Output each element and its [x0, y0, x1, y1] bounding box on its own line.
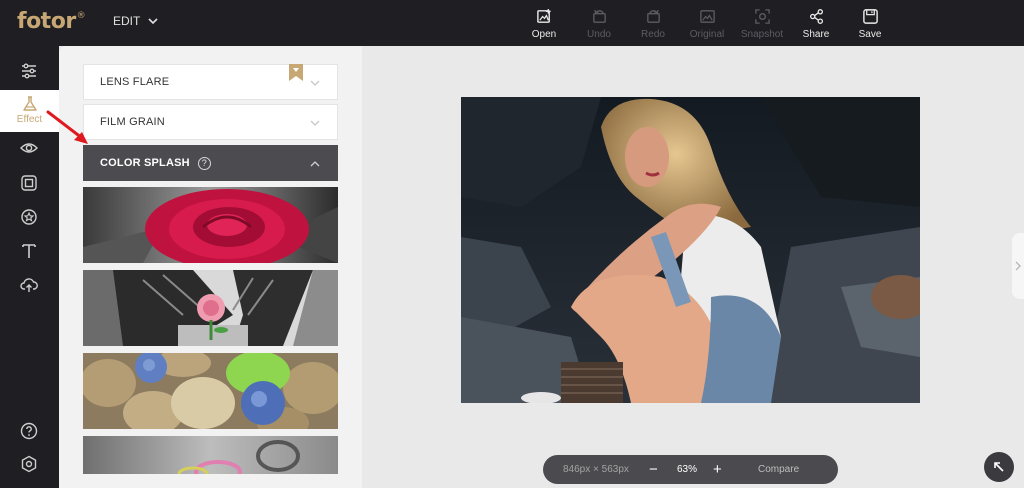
right-panel-toggle[interactable] [1012, 233, 1024, 299]
open-image-icon [536, 8, 551, 23]
collapse-button[interactable] [984, 452, 1014, 482]
zoom-level: 63% [677, 464, 698, 475]
redo-button[interactable]: Redo [627, 8, 679, 40]
undo-button[interactable]: Undo [573, 8, 625, 40]
color-splash-help-icon[interactable]: ? [197, 156, 211, 170]
canvas-area: 846px × 563px − 63% + Compare [362, 46, 1024, 488]
potatoes-blueberries-image [83, 353, 338, 429]
fotor-editor: fotor® EDIT Open Undo Redo Original Snap… [0, 0, 1024, 488]
undo-label: Undo [587, 29, 611, 40]
rail-effect-label: Effect [16, 114, 43, 125]
image-dimensions: 846px × 563px [563, 464, 629, 475]
chevron-down-icon [310, 80, 320, 86]
share-button[interactable]: Share [790, 8, 842, 40]
save-button[interactable]: Save [844, 8, 896, 40]
section-color-splash-label: COLOR SPLASH [100, 157, 190, 169]
photo-woman-on-rocks [461, 97, 920, 403]
annotation-arrow-icon [46, 110, 88, 144]
chevron-down-icon [310, 120, 320, 126]
adjust-sliders-icon[interactable] [18, 60, 40, 82]
section-lens-flare[interactable]: LENS FLARE [83, 64, 338, 100]
open-button[interactable]: Open [518, 8, 570, 40]
color-splash-rings-thumbnail[interactable] [83, 436, 338, 474]
original-label: Original [689, 29, 725, 40]
redo-label: Redo [641, 29, 665, 40]
section-film-grain[interactable]: FILM GRAIN [83, 104, 338, 140]
snapshot-button[interactable]: Snapshot [736, 8, 788, 40]
settings-icon[interactable] [18, 453, 40, 475]
original-button[interactable]: Original [681, 8, 733, 40]
section-lens-flare-label: LENS FLARE [100, 76, 170, 88]
premium-bookmark-icon [289, 64, 303, 81]
snapshot-label: Snapshot [740, 29, 784, 40]
sticker-star-icon[interactable] [18, 206, 40, 228]
edited-photo[interactable] [461, 97, 920, 403]
undo-icon [592, 9, 606, 23]
chevron-down-icon [148, 17, 158, 24]
eye-icon[interactable] [18, 137, 40, 159]
section-film-grain-label: FILM GRAIN [100, 116, 165, 128]
top-bar: fotor® EDIT Open Undo Redo Original Snap… [0, 0, 1024, 46]
zoom-in-button[interactable]: + [713, 461, 722, 478]
zoom-bar: 846px × 563px − 63% + Compare [543, 455, 838, 484]
text-icon[interactable] [18, 240, 40, 262]
open-label: Open [531, 29, 557, 40]
save-label: Save [858, 29, 882, 40]
effect-flask-icon [22, 96, 37, 111]
color-splash-flower-thumbnail[interactable] [83, 270, 338, 346]
chevron-up-icon [310, 161, 320, 167]
zoom-out-button[interactable]: − [649, 461, 658, 478]
rose-image [83, 187, 338, 263]
effect-panel: LENS FLARE FILM GRAIN COLOR SPLASH ? [59, 46, 362, 488]
color-splash-potatoes-thumbnail[interactable] [83, 353, 338, 429]
save-icon [862, 9, 878, 24]
frame-icon[interactable] [18, 172, 40, 194]
share-label: Share [802, 29, 830, 40]
color-splash-rose-thumbnail[interactable] [83, 187, 338, 263]
snapshot-icon [754, 9, 770, 24]
help-icon[interactable] [18, 420, 40, 442]
fotor-logo[interactable]: fotor® [17, 9, 86, 34]
flower-in-hands-image [83, 270, 338, 346]
chevron-right-icon [1015, 261, 1021, 271]
edit-menu[interactable]: EDIT [113, 14, 158, 28]
redo-icon [646, 9, 660, 23]
compare-button[interactable]: Compare [758, 464, 799, 475]
cloud-upload-icon[interactable] [18, 274, 40, 296]
original-image-icon [699, 10, 715, 23]
section-color-splash[interactable]: COLOR SPLASH ? [83, 145, 338, 181]
share-icon [809, 9, 823, 24]
arrow-up-left-icon [994, 462, 1004, 472]
edit-menu-label: EDIT [113, 14, 141, 28]
rings-image [83, 436, 338, 474]
